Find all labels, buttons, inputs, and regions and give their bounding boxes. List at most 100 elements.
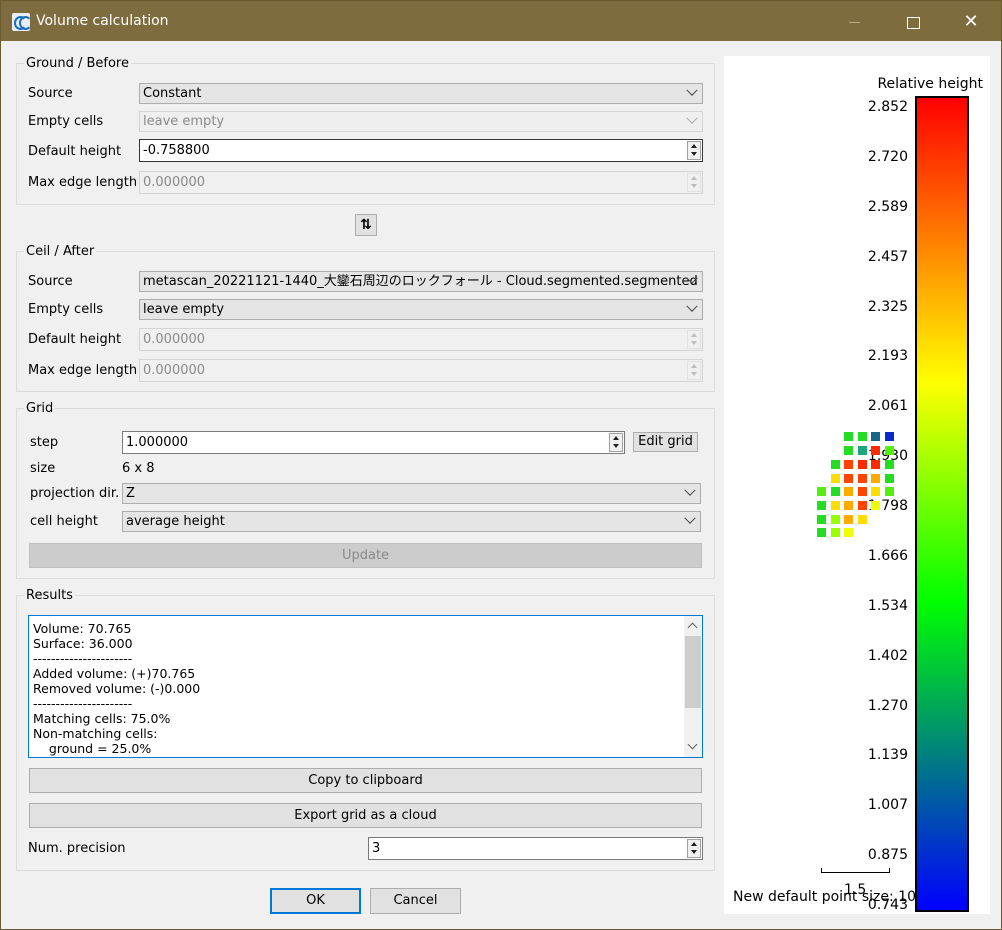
scroll-up-icon[interactable] [687, 622, 698, 633]
title-bar[interactable]: Volume calculation ✕ [1, 1, 1001, 41]
spin-arrows-icon[interactable] [687, 330, 701, 349]
color-scale-tick: 2.193 [867, 348, 908, 365]
ceil-default-height-value: 0.000000 [143, 332, 206, 347]
grid-cell [844, 501, 853, 510]
grid-cell [831, 515, 840, 524]
grid-cell [871, 460, 880, 469]
grid-cell [871, 446, 880, 455]
projection-dir-value: Z [126, 486, 135, 501]
copy-to-clipboard-button[interactable]: Copy to clipboard [29, 768, 702, 793]
maximize-icon[interactable] [893, 9, 933, 35]
close-icon[interactable]: ✕ [951, 9, 991, 35]
color-scale-tick: 2.325 [867, 298, 908, 315]
num-precision-input[interactable]: 3 [368, 837, 703, 860]
grid-cell [858, 474, 867, 483]
grid-size-label: size [30, 461, 56, 476]
viewer-message: New default point size: 10 [733, 889, 915, 905]
grid-size-value: 6 x 8 [122, 461, 155, 476]
scroll-thumb[interactable] [685, 636, 701, 708]
color-scale-tick: 1.139 [867, 747, 908, 764]
results-scrollbar[interactable] [684, 616, 702, 757]
swap-icon: ⇅ [360, 217, 372, 233]
update-button[interactable]: Update [29, 543, 702, 568]
grid-cell [885, 474, 894, 483]
ceil-max-edge-input[interactable]: 0.000000 [139, 359, 703, 382]
color-scale-tick: 2.720 [867, 148, 908, 165]
ground-max-edge-label: Max edge length [28, 175, 138, 190]
ok-button[interactable]: OK [270, 888, 361, 914]
results-text-area[interactable]: Volume: 70.765 Surface: 36.000 ---------… [28, 615, 703, 758]
chevron-down-icon [684, 512, 696, 524]
color-scale-tick: 1.534 [867, 597, 908, 614]
projection-dir-combo[interactable]: Z [122, 483, 701, 504]
edit-grid-button[interactable]: Edit grid [633, 432, 698, 452]
results-line: Added volume: (+)70.765 [33, 666, 196, 681]
grid-cell [858, 446, 867, 455]
cancel-button[interactable]: Cancel [370, 888, 461, 914]
grid-cell [844, 487, 853, 496]
grid-cell [885, 487, 894, 496]
ground-max-edge-input[interactable]: 0.000000 [139, 171, 703, 194]
results-title: Results [24, 588, 75, 603]
ceil-after-title: Ceil / After [24, 244, 97, 259]
grid-cell [844, 528, 853, 537]
ceil-source-value: metascan_20221121-1440_大鑾石周辺のロックフォール - C… [143, 274, 698, 289]
num-precision-label: Num. precision [28, 841, 126, 856]
grid-cell [885, 432, 894, 441]
grid-cell [858, 501, 867, 510]
cell-height-combo[interactable]: average height [122, 511, 701, 532]
ceil-empty-cells-value: leave empty [143, 302, 225, 317]
results-line: ground = 25.0% [33, 741, 152, 756]
grid-cell [885, 446, 894, 455]
grid-cell [871, 501, 880, 510]
spin-arrows-icon[interactable] [609, 433, 623, 452]
grid-cell [817, 501, 826, 510]
ceil-default-height-label: Default height [28, 332, 122, 347]
color-scale-tick: 1.270 [867, 697, 908, 714]
grid-cell [844, 460, 853, 469]
ground-source-combo[interactable]: Constant [139, 83, 703, 104]
grid-cell [871, 474, 880, 483]
spin-arrows-icon[interactable] [687, 839, 701, 858]
spin-arrows-icon[interactable] [687, 141, 701, 160]
scroll-down-icon[interactable] [687, 739, 698, 750]
ceil-empty-cells-combo[interactable]: leave empty [139, 299, 703, 320]
grid-step-label: step [30, 435, 59, 450]
app-icon [12, 13, 32, 31]
ground-max-edge-value: 0.000000 [143, 175, 206, 190]
ground-source-value: Constant [143, 86, 202, 101]
grid-cell [831, 528, 840, 537]
scale-bar [821, 868, 890, 873]
grid-cell [844, 515, 853, 524]
grid-cell [858, 460, 867, 469]
color-scale-tick: 2.852 [867, 99, 908, 115]
ground-empty-cells-combo[interactable]: leave empty [139, 111, 703, 132]
ceil-default-height-input[interactable]: 0.000000 [139, 328, 703, 351]
grid-cell [858, 515, 867, 524]
grid-cell [844, 446, 853, 455]
export-grid-button[interactable]: Export grid as a cloud [29, 803, 702, 828]
spin-arrows-icon[interactable] [687, 173, 701, 192]
grid-step-input[interactable]: 1.000000 [122, 431, 625, 454]
grid-cell [817, 515, 826, 524]
chevron-down-icon [686, 112, 698, 124]
num-precision-value: 3 [372, 841, 381, 856]
grid-cell [831, 460, 840, 469]
grid-cell [858, 487, 867, 496]
3d-viewer[interactable]: Relative height 2.852 2.720 2.589 2.457 2.32… [724, 56, 990, 914]
grid-cell [871, 487, 880, 496]
minimize-icon[interactable] [835, 9, 875, 35]
grid-title: Grid [24, 401, 56, 416]
color-scale-title: Relative height [877, 76, 983, 92]
grid-cell [817, 487, 826, 496]
ground-default-height-input[interactable]: -0.758800 [139, 139, 703, 162]
ceil-source-combo[interactable]: metascan_20221121-1440_大鑾石周辺のロックフォール - C… [139, 271, 703, 292]
spin-arrows-icon[interactable] [687, 361, 701, 380]
grid-cell [844, 432, 853, 441]
results-line: ---------------------- [33, 696, 133, 711]
grid-cell [817, 528, 826, 537]
volume-calculation-dialog: Volume calculation ✕ Ground / Before Sou… [0, 0, 1002, 930]
swap-button[interactable]: ⇅ [355, 214, 377, 236]
grid-cell [831, 474, 840, 483]
color-scale-tick: 1.402 [867, 647, 908, 664]
